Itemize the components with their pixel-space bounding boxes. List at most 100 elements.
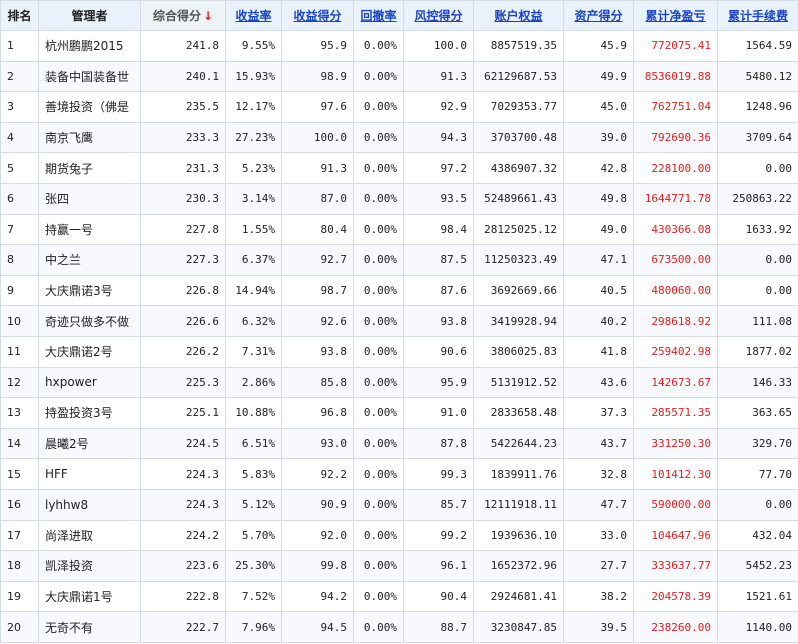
cell-drawdown: 0.00%: [353, 30, 404, 62]
cell-fees: 5480.12: [717, 60, 798, 93]
cell-rank: 4: [0, 121, 39, 154]
cell-rank: 13: [0, 397, 39, 429]
cell-fees: 1140.00: [717, 611, 798, 643]
ranking-body: 1 杭州鹏鹏2015 241.8 9.55% 95.9 0.00% 100.0 8857519…: [0, 30, 798, 643]
cell-drawdown: 0.00%: [353, 458, 404, 490]
table-row: 19 大庆鼎诺1号 222.8 7.52% 94.2 0.00% 90.4 2924681.4…: [0, 580, 798, 613]
cell-return-rate: 10.88%: [225, 397, 282, 429]
cell-asset-score: 33.0: [563, 519, 634, 552]
cell-fees: 77.70: [717, 458, 798, 490]
cell-net-pnl: 285571.35: [633, 397, 718, 429]
header-return-score[interactable]: 收益得分: [281, 0, 354, 31]
cell-net-pnl: 228100.00: [633, 152, 718, 184]
cell-net-pnl: 238260.00: [633, 611, 718, 643]
cell-rank: 15: [0, 458, 39, 490]
cell-return-score: 91.3: [281, 152, 354, 184]
cell-equity: 4386907.32: [473, 152, 564, 184]
cell-rank: 6: [0, 182, 39, 215]
cell-asset-score: 42.8: [563, 152, 634, 184]
cell-composite-score: 233.3: [140, 121, 226, 154]
cell-asset-score: 39.5: [563, 611, 634, 643]
table-row: 3 善境投资（佛是 235.5 12.17% 97.6 0.00% 92.9 7029353.…: [0, 91, 798, 123]
header-return-rate[interactable]: 收益率: [225, 0, 282, 31]
cell-return-rate: 6.32%: [225, 305, 282, 337]
cell-manager: hxpower: [38, 366, 141, 399]
cell-drawdown: 0.00%: [353, 182, 404, 215]
cell-return-rate: 9.55%: [225, 30, 282, 62]
cell-risk-score: 90.4: [403, 580, 474, 613]
cell-return-rate: 7.52%: [225, 580, 282, 613]
header-drawdown[interactable]: 回撤率: [353, 0, 404, 31]
cell-return-score: 93.0: [281, 427, 354, 460]
cell-drawdown: 0.00%: [353, 335, 404, 368]
cell-net-pnl: 1644771.78: [633, 182, 718, 215]
cell-net-pnl: 333637.77: [633, 550, 718, 582]
cell-risk-score: 93.5: [403, 182, 474, 215]
header-composite-score[interactable]: 综合得分 ↓: [140, 0, 226, 31]
header-net-pnl[interactable]: 累计净盈亏: [633, 0, 718, 31]
table-row: 16 lyhhw8 224.3 5.12% 90.9 0.00% 85.7 12111918.…: [0, 488, 798, 521]
cell-risk-score: 99.2: [403, 519, 474, 552]
sort-desc-icon: ↓: [202, 9, 214, 23]
cell-asset-score: 49.9: [563, 60, 634, 93]
cell-rank: 19: [0, 580, 39, 613]
header-asset-score[interactable]: 资产得分: [563, 0, 634, 31]
cell-drawdown: 0.00%: [353, 152, 404, 184]
cell-drawdown: 0.00%: [353, 366, 404, 399]
cell-return-rate: 5.12%: [225, 488, 282, 521]
cell-return-rate: 15.93%: [225, 60, 282, 93]
header-fees[interactable]: 累计手续费: [717, 0, 798, 31]
cell-net-pnl: 298618.92: [633, 305, 718, 337]
cell-net-pnl: 259402.98: [633, 335, 718, 368]
cell-rank: 14: [0, 427, 39, 460]
cell-manager: 尚泽进取: [38, 519, 141, 552]
cell-composite-score: 230.3: [140, 182, 226, 215]
cell-return-score: 92.0: [281, 519, 354, 552]
cell-composite-score: 226.8: [140, 274, 226, 307]
cell-fees: 0.00: [717, 274, 798, 307]
cell-manager: 南京飞鹰: [38, 121, 141, 154]
cell-risk-score: 85.7: [403, 488, 474, 521]
cell-risk-score: 91.3: [403, 60, 474, 93]
cell-risk-score: 87.8: [403, 427, 474, 460]
cell-fees: 1521.61: [717, 580, 798, 613]
cell-equity: 1652372.96: [473, 550, 564, 582]
table-row: 2 装备中国装备世 240.1 15.93% 98.9 0.00% 91.3 62129687…: [0, 60, 798, 93]
cell-net-pnl: 142673.67: [633, 366, 718, 399]
cell-fees: 1877.02: [717, 335, 798, 368]
cell-drawdown: 0.00%: [353, 274, 404, 307]
cell-return-score: 98.9: [281, 60, 354, 93]
cell-risk-score: 87.5: [403, 244, 474, 276]
cell-risk-score: 99.3: [403, 458, 474, 490]
cell-composite-score: 224.3: [140, 458, 226, 490]
cell-return-score: 100.0: [281, 121, 354, 154]
cell-return-rate: 7.31%: [225, 335, 282, 368]
cell-return-rate: 14.94%: [225, 274, 282, 307]
cell-asset-score: 40.5: [563, 274, 634, 307]
table-row: 12 hxpower 225.3 2.86% 85.8 0.00% 95.9 5131912.…: [0, 366, 798, 399]
table-row: 6 张四 230.3 3.14% 87.0 0.00% 93.5 52489661.43 49.…: [0, 182, 798, 215]
cell-manager: 善境投资（佛是: [38, 91, 141, 123]
ranking-table: 排名 管理者 综合得分 ↓ 收益率 收益得分 回撤率 风控得分 账户权益 资产得分…: [0, 0, 798, 643]
cell-composite-score: 224.3: [140, 488, 226, 521]
cell-fees: 0.00: [717, 152, 798, 184]
cell-risk-score: 94.3: [403, 121, 474, 154]
cell-drawdown: 0.00%: [353, 550, 404, 582]
cell-drawdown: 0.00%: [353, 580, 404, 613]
header-risk-score[interactable]: 风控得分: [403, 0, 474, 31]
cell-return-rate: 7.96%: [225, 611, 282, 643]
cell-composite-score: 222.8: [140, 580, 226, 613]
cell-composite-score: 227.3: [140, 244, 226, 276]
cell-equity: 3230847.85: [473, 611, 564, 643]
cell-return-rate: 5.83%: [225, 458, 282, 490]
cell-return-score: 85.8: [281, 366, 354, 399]
table-row: 15 HFF 224.3 5.83% 92.2 0.00% 99.3 1839911.76 32…: [0, 458, 798, 490]
cell-risk-score: 91.0: [403, 397, 474, 429]
cell-return-score: 87.0: [281, 182, 354, 215]
cell-risk-score: 97.2: [403, 152, 474, 184]
table-row: 17 尚泽进取 224.2 5.70% 92.0 0.00% 99.2 1939636.10 3…: [0, 519, 798, 552]
header-equity[interactable]: 账户权益: [473, 0, 564, 31]
cell-equity: 1939636.10: [473, 519, 564, 552]
cell-manager: 中之兰: [38, 244, 141, 276]
cell-rank: 1: [0, 30, 39, 62]
